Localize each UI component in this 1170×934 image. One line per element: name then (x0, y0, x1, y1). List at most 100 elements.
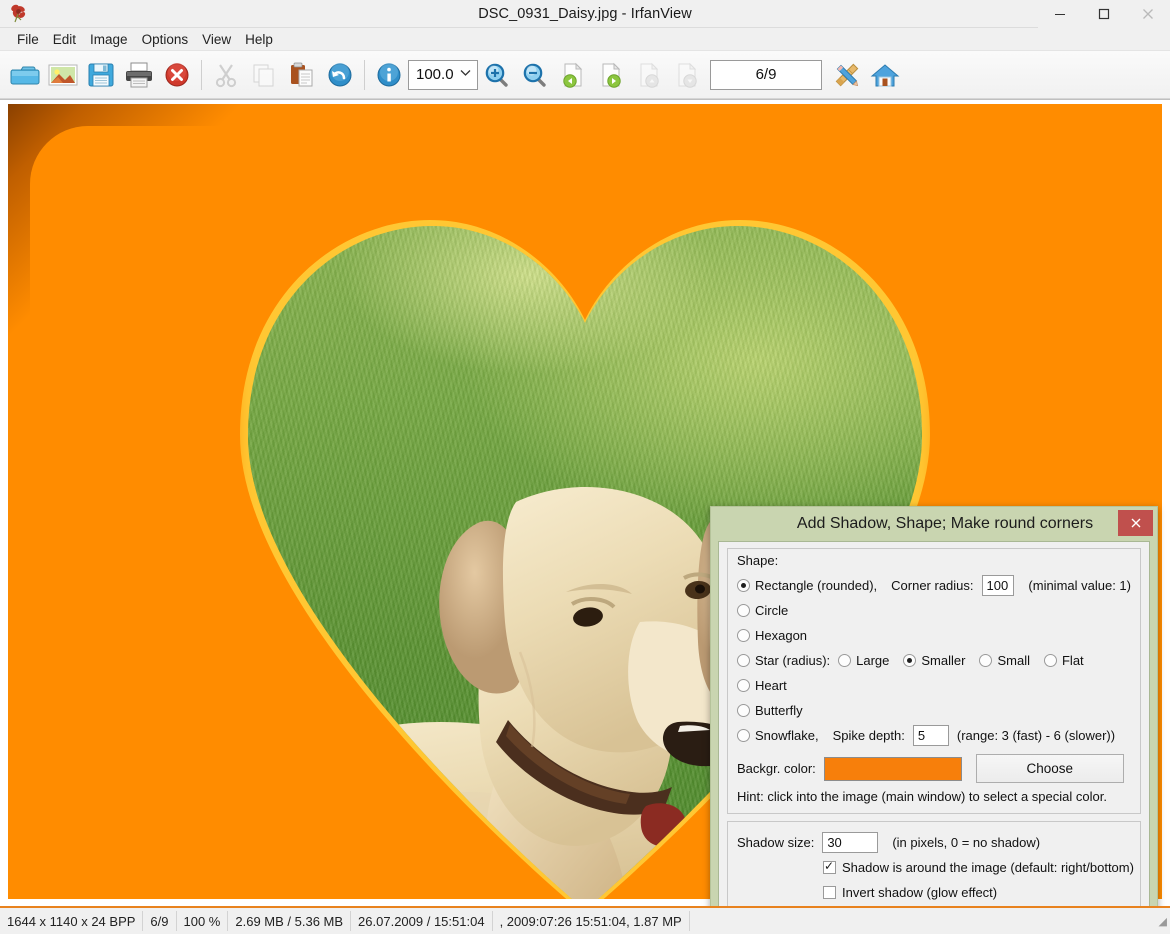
shape-row-star: Star (radius): Large Smaller Small Flat (737, 648, 1131, 673)
radio-rectangle[interactable] (737, 579, 750, 592)
corner-radius-input[interactable]: 100 (982, 575, 1015, 596)
label-shadow-size: Shadow size: (737, 835, 814, 850)
thumbnails-icon[interactable] (44, 55, 82, 95)
close-button[interactable] (1126, 0, 1170, 28)
info-icon[interactable] (370, 55, 408, 95)
chevron-down-icon[interactable] (460, 69, 471, 80)
irfanview-window: DSC_0931_Daisy.jpg - IrfanView File Edit… (0, 0, 1170, 934)
label-star-large: Large (856, 653, 889, 668)
save-icon[interactable] (82, 55, 120, 95)
radio-star-flat[interactable] (1044, 654, 1057, 667)
maximize-button[interactable] (1082, 0, 1126, 28)
page-counter-field[interactable]: 6/9 (710, 60, 822, 90)
previous-image-icon[interactable] (554, 55, 592, 95)
label-circle: Circle (755, 603, 788, 618)
menu-file[interactable]: File (10, 30, 46, 49)
status-bar: 1644 x 1140 x 24 BPP 6/9 100 % 2.69 MB /… (0, 906, 1170, 934)
menu-bar: File Edit Image Options View Help (0, 28, 1170, 51)
zoom-value: 100.0 (416, 66, 454, 83)
zoom-in-icon[interactable] (478, 55, 516, 95)
shadow-size-input[interactable]: 30 (822, 832, 878, 853)
last-image-icon[interactable] (668, 55, 706, 95)
radio-heart[interactable] (737, 679, 750, 692)
status-page: 6/9 (143, 911, 176, 931)
label-corner-radius: Corner radius: (891, 578, 973, 593)
copy-icon[interactable] (245, 55, 283, 95)
checkbox-shadow-around[interactable] (823, 861, 836, 874)
shape-row-butterfly: Butterfly (737, 698, 1131, 723)
radio-star[interactable] (737, 654, 750, 667)
dialog-title: Add Shadow, Shape; Make round corners (711, 515, 1157, 533)
invert-shadow-row: Invert shadow (glow effect) (737, 880, 1131, 905)
dialog-body: Shape: Rectangle (rounded), Corner radiu… (718, 541, 1150, 906)
irfanview-logo-icon (6, 1, 32, 27)
delete-icon[interactable] (158, 55, 196, 95)
next-image-icon[interactable] (592, 55, 630, 95)
toolbar-separator (201, 60, 202, 90)
status-zoom: 100 % (177, 911, 229, 931)
label-butterfly: Butterfly (755, 703, 803, 718)
menu-help[interactable]: Help (238, 30, 280, 49)
minimize-button[interactable] (1038, 0, 1082, 28)
label-star-small: Small (997, 653, 1030, 668)
radio-butterfly[interactable] (737, 704, 750, 717)
window-controls (1038, 0, 1170, 28)
first-image-icon[interactable] (630, 55, 668, 95)
spike-depth-input[interactable]: 5 (913, 725, 949, 746)
radio-star-small[interactable] (979, 654, 992, 667)
cut-icon[interactable] (207, 55, 245, 95)
corner-radius-hint: (minimal value: 1) (1028, 578, 1131, 593)
menu-edit[interactable]: Edit (46, 30, 83, 49)
shape-group-label: Shape: (737, 553, 1131, 568)
label-star-flat: Flat (1062, 653, 1084, 668)
label-spike-depth: Spike depth: (833, 728, 905, 743)
zoom-combobox[interactable]: 100.0 (408, 60, 478, 90)
image-canvas[interactable]: Add Shadow, Shape; Make round corners Sh… (0, 99, 1170, 906)
bg-color-row: Backgr. color: Choose (737, 754, 1131, 783)
radio-snowflake[interactable] (737, 729, 750, 742)
title-bar: DSC_0931_Daisy.jpg - IrfanView (0, 0, 1170, 28)
shadow-group: Shadow size: 30 (in pixels, 0 = no shado… (727, 821, 1141, 906)
status-exif: , 2009:07:26 15:51:04, 1.87 MP (493, 911, 690, 931)
label-heart: Heart (755, 678, 787, 693)
status-filedate: 26.07.2009 / 15:51:04 (351, 911, 493, 931)
undo-icon[interactable] (321, 55, 359, 95)
label-snowflake: Snowflake, (755, 728, 819, 743)
menu-view[interactable]: View (195, 30, 238, 49)
menu-image[interactable]: Image (83, 30, 135, 49)
radio-hexagon[interactable] (737, 629, 750, 642)
paint-icon[interactable] (828, 55, 866, 95)
checkbox-invert-shadow[interactable] (823, 886, 836, 899)
paste-icon[interactable] (283, 55, 321, 95)
shape-row-rectangle: Rectangle (rounded), Corner radius: 100 … (737, 573, 1131, 598)
home-icon[interactable] (866, 55, 904, 95)
toolbar: 100.0 (0, 51, 1170, 99)
page-counter-value: 6/9 (756, 66, 777, 83)
label-star-smaller: Smaller (921, 653, 965, 668)
menu-options[interactable]: Options (135, 30, 196, 49)
shape-row-hexagon: Hexagon (737, 623, 1131, 648)
add-shadow-shape-dialog: Add Shadow, Shape; Make round corners Sh… (710, 506, 1158, 906)
choose-color-button[interactable]: Choose (976, 754, 1124, 783)
spike-depth-hint: (range: 3 (fast) - 6 (slower)) (957, 728, 1115, 743)
radio-circle[interactable] (737, 604, 750, 617)
toolbar-separator (364, 60, 365, 90)
shadow-size-row: Shadow size: 30 (in pixels, 0 = no shado… (737, 830, 1131, 855)
open-folder-icon[interactable] (6, 55, 44, 95)
shadow-size-hint: (in pixels, 0 = no shadow) (892, 835, 1040, 850)
dialog-close-icon[interactable] (1118, 510, 1153, 536)
bg-color-swatch[interactable] (824, 757, 962, 781)
label-rectangle: Rectangle (rounded), (755, 578, 877, 593)
radio-star-large[interactable] (838, 654, 851, 667)
status-filesize: 2.69 MB / 5.36 MB (228, 911, 351, 931)
shape-group: Shape: Rectangle (rounded), Corner radiu… (727, 548, 1141, 814)
label-shadow-around: Shadow is around the image (default: rig… (842, 860, 1134, 875)
radio-star-smaller[interactable] (903, 654, 916, 667)
print-icon[interactable] (120, 55, 158, 95)
shape-row-heart: Heart (737, 673, 1131, 698)
label-bg-color: Backgr. color: (737, 761, 816, 776)
label-hexagon: Hexagon (755, 628, 807, 643)
zoom-out-icon[interactable] (516, 55, 554, 95)
shape-row-circle: Circle (737, 598, 1131, 623)
resize-grip-icon[interactable]: ◢ (1159, 915, 1167, 928)
